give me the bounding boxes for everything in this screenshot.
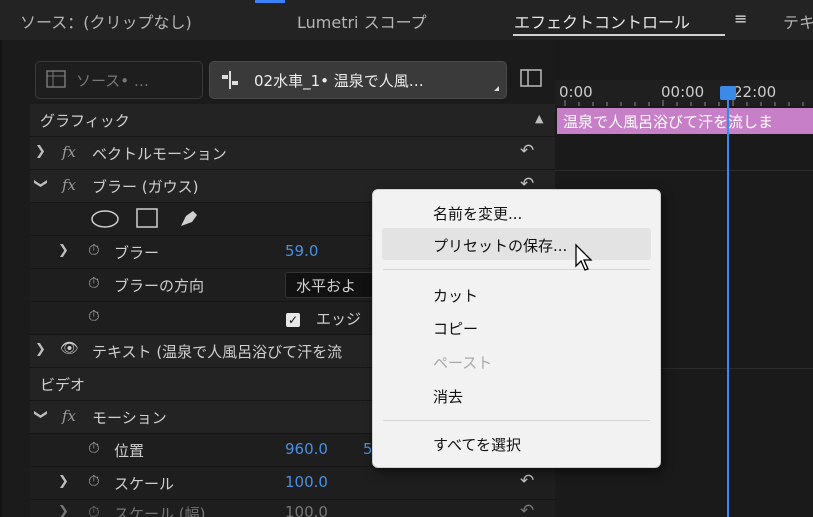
fx-icon[interactable]: fx — [62, 407, 76, 425]
expand-chevron-icon[interactable]: ❯ — [35, 342, 46, 357]
expand-chevron-icon[interactable]: ❯ — [35, 144, 46, 159]
ellipse-mask-icon[interactable] — [90, 209, 120, 233]
sequence-icon — [46, 70, 66, 92]
dropdown-value: 水平およ — [296, 277, 357, 295]
reset-icon[interactable]: ↶ — [520, 501, 534, 517]
tab-source[interactable]: ソース：(クリップなし) — [20, 9, 192, 33]
tab-menu-icon[interactable]: ≡ — [734, 9, 747, 28]
menu-item-clear[interactable]: 消去 — [433, 386, 463, 407]
blur-value[interactable]: 59.0 — [285, 242, 318, 260]
rectangle-mask-icon[interactable] — [135, 207, 159, 233]
menu-item-rename[interactable]: 名前を変更... — [433, 203, 522, 224]
tab-effect-controls[interactable]: エフェクトコントロール — [514, 9, 690, 33]
param-scale-width: ❯ ⏱ スケール (幅) 100.0 ↶ — [30, 500, 555, 517]
clip-selector[interactable]: 02水車_1• 温泉で人風… — [209, 61, 507, 99]
timeline-clip[interactable]: 温泉で人風呂浴びて汗を流しま — [557, 108, 813, 134]
panel-focus-accent — [255, 0, 285, 3]
param-label: ブラー — [114, 244, 160, 262]
pen-mask-icon[interactable] — [178, 207, 200, 233]
blur-direction-dropdown[interactable]: 水平およ — [285, 272, 377, 298]
collapse-chevron-icon[interactable]: ❯ — [33, 409, 48, 420]
clip-sequence-icon — [220, 70, 240, 94]
time-end: 22:00 — [733, 83, 777, 101]
menu-item-copy[interactable]: コピー — [433, 318, 478, 339]
time-ruler[interactable]: 0:00 00:00 22:00 — [555, 80, 813, 106]
fx-icon[interactable]: fx — [62, 143, 76, 161]
effect-name: モーション — [92, 409, 167, 427]
collapse-chevron-icon[interactable]: ❯ — [33, 178, 48, 189]
menu-item-select-all[interactable]: すべてを選択 — [433, 434, 521, 455]
effect-vector-motion[interactable]: ❯ fx ベクトルモーション ↶ — [30, 137, 555, 170]
param-label: ブラーの方向 — [114, 277, 205, 295]
toggle-timeline-icon[interactable] — [520, 68, 542, 92]
menu-separator — [383, 420, 650, 421]
section-video-label: ビデオ — [40, 376, 86, 394]
clip-label: 温泉で人風呂浴びて汗を流しま — [563, 113, 774, 131]
clip-selector-label: 02水車_1• 温泉で人風… — [254, 72, 424, 90]
dropdown-corner-icon — [494, 86, 499, 91]
param-label: スケール — [114, 475, 175, 493]
param-scale: ❯ ⏱ スケール 100.0 ↶ — [30, 467, 555, 500]
active-tab-underline — [513, 34, 725, 36]
tab-text[interactable]: テキ — [783, 9, 813, 33]
position-x-value[interactable]: 960.0 — [285, 440, 328, 458]
menu-separator — [383, 269, 650, 270]
time-mid: 00:00 — [661, 83, 705, 101]
source-selector-label: ソース• … — [76, 72, 149, 90]
playhead-line[interactable] — [727, 92, 729, 517]
effect-name: テキスト (温泉で人風呂浴びて汗を流 — [92, 343, 343, 361]
fx-icon[interactable]: fx — [62, 176, 76, 194]
mouse-cursor-icon — [574, 243, 596, 277]
stopwatch-icon[interactable]: ⏱ — [88, 274, 100, 292]
tab-lumetri-scopes[interactable]: Lumetri スコープ — [297, 9, 427, 33]
menu-item-cut[interactable]: カット — [433, 285, 478, 306]
effect-name: ベクトルモーション — [92, 145, 227, 163]
stopwatch-icon[interactable]: ⏱ — [88, 307, 100, 325]
visibility-eye-icon[interactable]: 👁 — [60, 339, 79, 357]
stopwatch-icon[interactable]: ⏱ — [88, 472, 100, 490]
divider — [555, 170, 813, 171]
stopwatch-icon[interactable]: ⏱ — [88, 241, 100, 259]
source-selector[interactable]: ソース• … — [35, 61, 203, 99]
expand-chevron-icon[interactable]: ❯ — [58, 474, 69, 489]
scale-width-value[interactable]: 100.0 — [285, 503, 328, 517]
menu-item-paste: ペースト — [433, 354, 493, 372]
playhead-handle[interactable] — [720, 86, 736, 100]
effect-name: ブラー (ガウス) — [92, 178, 199, 196]
param-label: スケール (幅) — [114, 505, 206, 517]
collapse-up-icon[interactable]: ▲ — [535, 112, 543, 125]
section-graphics[interactable]: グラフィック ▲ — [30, 104, 555, 137]
reset-icon[interactable]: ↶ — [520, 141, 534, 161]
param-label: 位置 — [114, 442, 145, 460]
stopwatch-icon[interactable]: ⏱ — [88, 439, 100, 457]
expand-chevron-icon[interactable]: ❯ — [58, 243, 69, 258]
menu-item-save-preset[interactable]: プリセットの保存... — [433, 235, 567, 256]
edge-checkbox[interactable]: ✓ — [286, 310, 300, 328]
time-start: 0:00 — [559, 83, 593, 101]
expand-chevron-icon[interactable]: ❯ — [58, 504, 69, 517]
reset-icon[interactable]: ↶ — [520, 471, 534, 491]
scale-value[interactable]: 100.0 — [285, 473, 328, 491]
stopwatch-icon[interactable]: ⏱ — [88, 503, 100, 517]
param-label: エッジ — [316, 310, 362, 328]
context-menu: 名前を変更... プリセットの保存... カット コピー ペースト 消去 すべて… — [372, 189, 661, 468]
section-graphics-label: グラフィック — [40, 112, 130, 130]
